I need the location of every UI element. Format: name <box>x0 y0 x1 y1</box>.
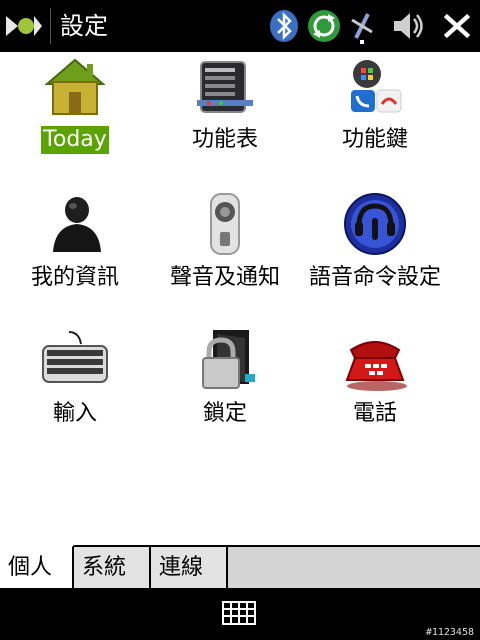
sync-icon[interactable] <box>306 8 342 44</box>
item-buttons[interactable]: 功能鍵 <box>300 54 450 174</box>
windows-start-icon[interactable] <box>4 10 44 42</box>
voice-command-icon <box>344 193 406 255</box>
close-icon[interactable] <box>440 8 474 44</box>
page-title: 設定 <box>60 12 108 40</box>
settings-grid: Today 功能表 功能鍵 我的資訊 聲音及通知 語音命令設定 輸入 鎖定 電話 <box>0 52 480 542</box>
item-menu[interactable]: 功能表 <box>150 54 300 174</box>
item-label: 功能表 <box>191 127 258 152</box>
phone-icon <box>345 341 407 391</box>
item-label: 電話 <box>352 401 397 426</box>
home-icon <box>44 58 106 115</box>
title-bar: 設定 <box>0 0 480 52</box>
item-label: Today <box>41 126 109 154</box>
buttons-icon <box>351 60 402 113</box>
item-sounds[interactable]: 聲音及通知 <box>150 192 300 312</box>
item-label: 聲音及通知 <box>169 265 280 290</box>
item-label: 鎖定 <box>202 401 247 426</box>
sound-icon <box>210 193 240 255</box>
item-label: 輸入 <box>52 401 97 426</box>
title-separator <box>50 8 51 44</box>
volume-icon[interactable] <box>390 8 426 44</box>
item-today[interactable]: Today <box>0 54 150 174</box>
item-label: 語音命令設定 <box>308 265 441 290</box>
tab-personal[interactable]: 個人 <box>0 545 74 588</box>
menu-icon <box>197 61 253 113</box>
keyboard-icon <box>42 331 108 383</box>
item-input[interactable]: 輸入 <box>0 328 150 448</box>
tab-bar: 個人 系統 連線 <box>0 545 480 590</box>
signal-icon[interactable] <box>344 8 380 44</box>
bluetooth-icon[interactable] <box>266 8 302 44</box>
soft-key-bar: #1123458 <box>0 588 480 640</box>
keyboard-toggle-icon[interactable] <box>222 601 256 625</box>
item-lock[interactable]: 鎖定 <box>150 328 300 448</box>
item-owner-info[interactable]: 我的資訊 <box>0 192 150 312</box>
lock-icon <box>202 330 255 389</box>
tab-system[interactable]: 系統 <box>74 547 151 588</box>
item-label: 我的資訊 <box>30 265 119 290</box>
item-label: 功能鍵 <box>341 127 408 152</box>
owner-icon <box>53 197 101 252</box>
tab-connections[interactable]: 連線 <box>151 547 228 588</box>
item-phone[interactable]: 電話 <box>300 328 450 448</box>
item-voice-command[interactable]: 語音命令設定 <box>300 192 450 312</box>
watermark: #1123458 <box>425 627 474 638</box>
